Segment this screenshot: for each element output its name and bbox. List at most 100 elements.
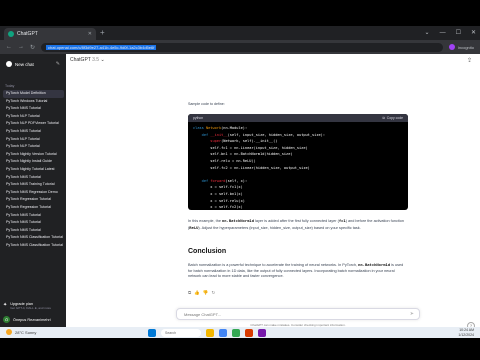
taskbar-app-icon[interactable] [219,328,227,337]
copy-code-label: Copy code [386,116,403,120]
sidebar-history-item[interactable]: PyTorch NLP Tutorial [3,113,64,121]
chat-history-list: PyTorch Model Definition PyTorch Windows … [3,90,64,249]
sidebar-history-item[interactable]: PyTorch Nightly Version Tutorial [3,151,64,159]
clock-date: 1/12/2024 [458,332,474,337]
code-line: def __init__(self, input_size, hidden_si… [193,132,403,139]
window-controls: ⌄ — ☐ ✕ [425,27,476,39]
sparkle-icon: ✦ [3,302,8,308]
sidebar-history-item[interactable]: PyTorch Nightly Tutorial Latest [3,166,64,174]
code-block: python ⧉ Copy code class Network(nn.Modu… [188,114,408,210]
sidebar-history-item[interactable]: PyTorch Model Definition [3,90,64,98]
regenerate-icon[interactable]: ↻ [211,290,215,296]
sidebar: New chat ✎ Today PyTorch Model Definitio… [0,54,66,338]
sidebar-history-item[interactable]: PyTorch NMS Tutorial [3,174,64,182]
sidebar-history-item[interactable]: PyTorch Windows Tutorial [3,98,64,106]
code-line: self.fc1 = nn.Linear(input_size, hidden_… [193,145,403,152]
tab-search-icon[interactable]: ⌄ [425,27,430,39]
reload-icon[interactable]: ↻ [30,44,35,51]
taskbar-app-icon[interactable] [258,328,266,337]
sidebar-history-item[interactable]: PyTorch NLP Tutorial [3,143,64,151]
code-token: forward [210,178,226,183]
code-token: Network [205,126,222,130]
system-clock[interactable]: 10:24 AM 1/12/2024 [458,328,474,337]
code-line: x = self.fc2(x) [193,204,403,210]
sidebar-history-item[interactable]: PyTorch Regression Tutorial [3,204,64,212]
code-token: self.relu = nn.ReLU() [193,158,256,163]
sidebar-history-item[interactable]: PyTorch Nightly Install Guide [3,158,64,166]
code-language: python [193,116,204,120]
taskbar-apps: Search [148,328,266,337]
taskbar-search[interactable]: Search [161,328,201,337]
code-line: x = self.fc1(x) [193,184,403,191]
clipboard-icon: ⧉ [382,116,385,120]
profile-avatar [448,44,455,50]
share-icon[interactable]: ⇪ [467,57,472,64]
browser-tab[interactable]: ChatGPT ✕ [4,28,96,40]
sidebar-history-item[interactable]: PyTorch NMS Tutorial [3,128,64,136]
sidebar-history-item[interactable]: PyTorch NLP Tutorial [3,136,64,144]
code-line: self.relu = nn.ReLU() [193,158,403,165]
sidebar-history-item[interactable]: PyTorch NLP PDFViewer Tutorial [3,120,64,128]
new-chat-button[interactable]: New chat ✎ [3,58,63,70]
sun-icon [6,329,12,335]
new-tab-button[interactable]: + [100,28,105,38]
sidebar-history-item[interactable]: PyTorch NMS Classification Tutorial [3,242,64,250]
edit-icon: ✎ [55,61,60,67]
sidebar-history-item[interactable]: PyTorch NMS Training Tutorial [3,181,64,189]
copy-icon[interactable]: ⧉ [188,290,191,296]
message-input[interactable] [182,310,410,318]
send-icon[interactable]: ➤ [410,311,414,317]
sidebar-history-item[interactable]: PyTorch Regression Tutorial [3,196,64,204]
code-line: super(Network, self).__init__() [193,138,403,145]
code-line: self.fc2 = nn.Linear(hidden_size, output… [193,165,403,172]
para-text: layer is added after the first fully con… [254,219,339,223]
model-selector[interactable]: ChatGPT 3.5 ⌄ [70,57,105,63]
screen-frame: ChatGPT ✕ + ⌄ — ☐ ✕ ← → ↻ chat.openai.co… [0,26,480,338]
sidebar-history-item[interactable]: PyTorch NMS Tutorial [3,219,64,227]
sidebar-history-item[interactable]: PyTorch NMS Tutorial [3,227,64,235]
sidebar-history-item[interactable]: PyTorch NMS Tutorial [3,105,64,113]
taskbar-app-icon[interactable] [245,328,253,337]
weather-text: 28°C Sunny [15,329,37,335]
close-window-button[interactable]: ✕ [471,27,476,39]
message-composer: ➤ [176,308,420,320]
message-actions: ⧉ 👍 👎 ↻ [188,290,215,296]
conclusion-paragraph: Batch normalization is a powerful techni… [188,262,408,280]
forward-icon[interactable]: → [18,44,24,50]
address-bar-row: ← → ↻ chat.openai.com/c/8f3d9e27-a41b-4e… [0,40,480,54]
openai-favicon-icon [8,31,14,37]
sidebar-history-item[interactable]: PyTorch NMS Regression Demo [3,189,64,197]
tab-title: ChatGPT [17,31,38,37]
user-name: Önepus Rezvanimehri [13,317,51,322]
chevron-down-icon: ⌄ [100,57,105,63]
code-token: def [193,178,211,183]
code-line: x = self.bn1(x) [193,191,403,198]
taskbar-app-icon[interactable] [232,328,240,337]
upgrade-plan-button[interactable]: ✦ Upgrade plan Get GPT-4, DALL·E, and mo… [3,302,63,310]
copy-code-button[interactable]: ⧉ Copy code [382,116,403,120]
code-content: class Network(nn.Module): def __init__(s… [188,122,408,210]
code-token: x = self.fc2(x) [193,205,243,210]
back-icon[interactable]: ← [6,44,12,50]
sidebar-history-item[interactable]: PyTorch NMS Tutorial [3,212,64,220]
url-field[interactable]: chat.openai.com/c/8f3d9e27-a41b-4e5c-9d0… [41,42,443,52]
code-line: x = self.relu(x) [193,198,403,205]
taskbar-app-icon[interactable] [206,328,214,337]
para-text: ). Adjust the hyperparameters (input_siz… [198,225,361,230]
user-menu[interactable]: Ö Önepus Rezvanimehri [3,316,63,323]
tab-close-icon[interactable]: ✕ [88,31,92,37]
code-token: self.bn1 = nn.BatchNorm1d(hidden_size) [193,152,293,157]
avatar: Ö [3,316,10,323]
code-token: def [193,132,211,137]
thumbs-up-icon[interactable]: 👍 [194,290,200,296]
minimize-button[interactable]: — [440,27,446,39]
thumbs-down-icon[interactable]: 👎 [203,290,209,296]
sidebar-history-item[interactable]: PyTorch NMS Classification Tutorial [3,234,64,242]
maximize-button[interactable]: ☐ [456,27,461,39]
profile-button[interactable]: Incognito [448,44,474,50]
code-token: self.fc1 = nn.Linear(input_size, hidden_… [193,145,308,150]
code-token: x = self.relu(x) [193,198,245,203]
start-icon[interactable] [148,328,156,337]
weather-widget[interactable]: 28°C Sunny [6,329,36,335]
